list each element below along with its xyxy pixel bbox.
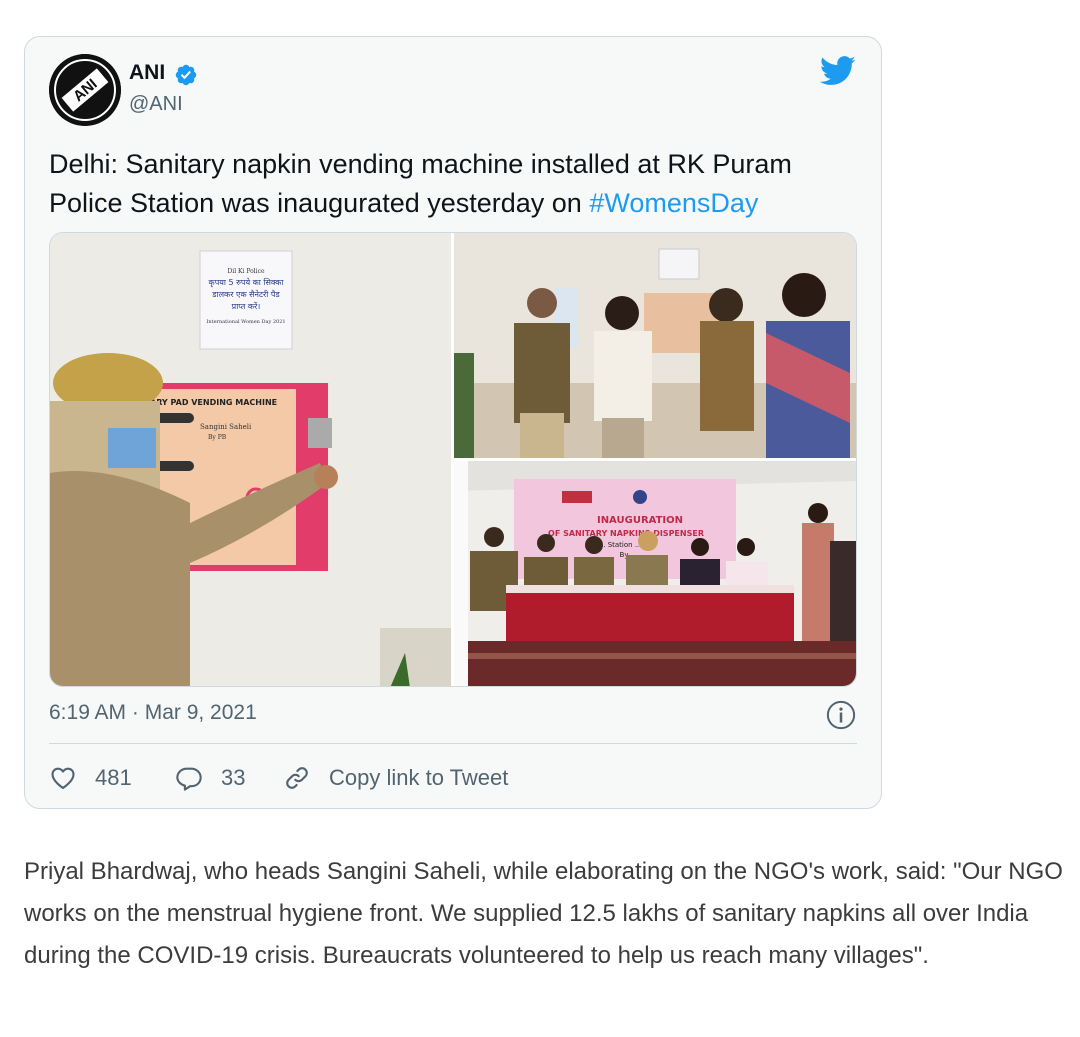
hashtag-link[interactable]: #WomensDay (589, 188, 758, 218)
tweet-embed-card[interactable]: ANI ANI @ANI Delhi: Sanitary napkin vend… (24, 36, 882, 809)
link-icon (286, 767, 308, 789)
svg-text:Dil Ki Police: Dil Ki Police (227, 268, 264, 275)
reply-button[interactable]: 33 (175, 761, 245, 795)
copy-link-label: Copy link to Tweet (329, 765, 509, 790)
tweet-divider (49, 743, 857, 744)
author-name[interactable]: ANI (129, 61, 165, 85)
photo-group-women[interactable] (454, 233, 856, 458)
ani-logo: ANI (49, 54, 121, 126)
reply-bubble-icon (176, 767, 202, 791)
svg-text:By PB: By PB (208, 434, 227, 441)
photo-vending-machine[interactable]: Dil Ki Police कृपया 5 रुपये का सिक्का डा… (50, 233, 451, 686)
svg-text:प्राप्त करें।: प्राप्त करें। (232, 301, 261, 311)
photo-inauguration-event[interactable]: INAUGURATION OF SANITARY NAPKINS DISPENS… (454, 461, 856, 686)
info-icon[interactable] (826, 700, 856, 730)
tweet-timestamp[interactable]: 6:19 AM · Mar 9, 2021 (49, 701, 257, 725)
svg-text:ARY PAD VENDING MACHINE: ARY PAD VENDING MACHINE (150, 398, 277, 407)
svg-text:OF SANITARY NAPKINS DISPENSER: OF SANITARY NAPKINS DISPENSER (548, 529, 704, 538)
like-count: 481 (95, 765, 132, 790)
tweet-text: Delhi: Sanitary napkin vending machine i… (49, 145, 869, 223)
svg-text:INAUGURATION: INAUGURATION (597, 515, 683, 526)
verified-badge-icon (175, 64, 197, 86)
twitter-bird-icon[interactable] (820, 56, 856, 86)
heart-icon (51, 767, 75, 789)
svg-text:Sangini Saheli: Sangini Saheli (200, 423, 252, 431)
like-button[interactable]: 481 (49, 761, 132, 795)
reply-count: 33 (221, 765, 246, 790)
author-avatar[interactable]: ANI (49, 54, 121, 126)
article-paragraph: Priyal Bhardwaj, who heads Sangini Sahel… (24, 858, 1063, 969)
svg-text:कृपया 5 रुपये का सिक्का: कृपया 5 रुपये का सिक्का (209, 277, 285, 288)
svg-text:डालकर एक सैनेटरी पैड: डालकर एक सैनेटरी पैड (211, 289, 280, 299)
tweet-media-grid[interactable]: Dil Ki Police कृपया 5 रुपये का सिक्का डा… (49, 232, 857, 687)
svg-text:International Women Day 2021: International Women Day 2021 (206, 319, 285, 325)
author-handle[interactable]: @ANI (129, 93, 183, 116)
copy-link-button[interactable]: Copy link to Tweet (283, 761, 508, 795)
